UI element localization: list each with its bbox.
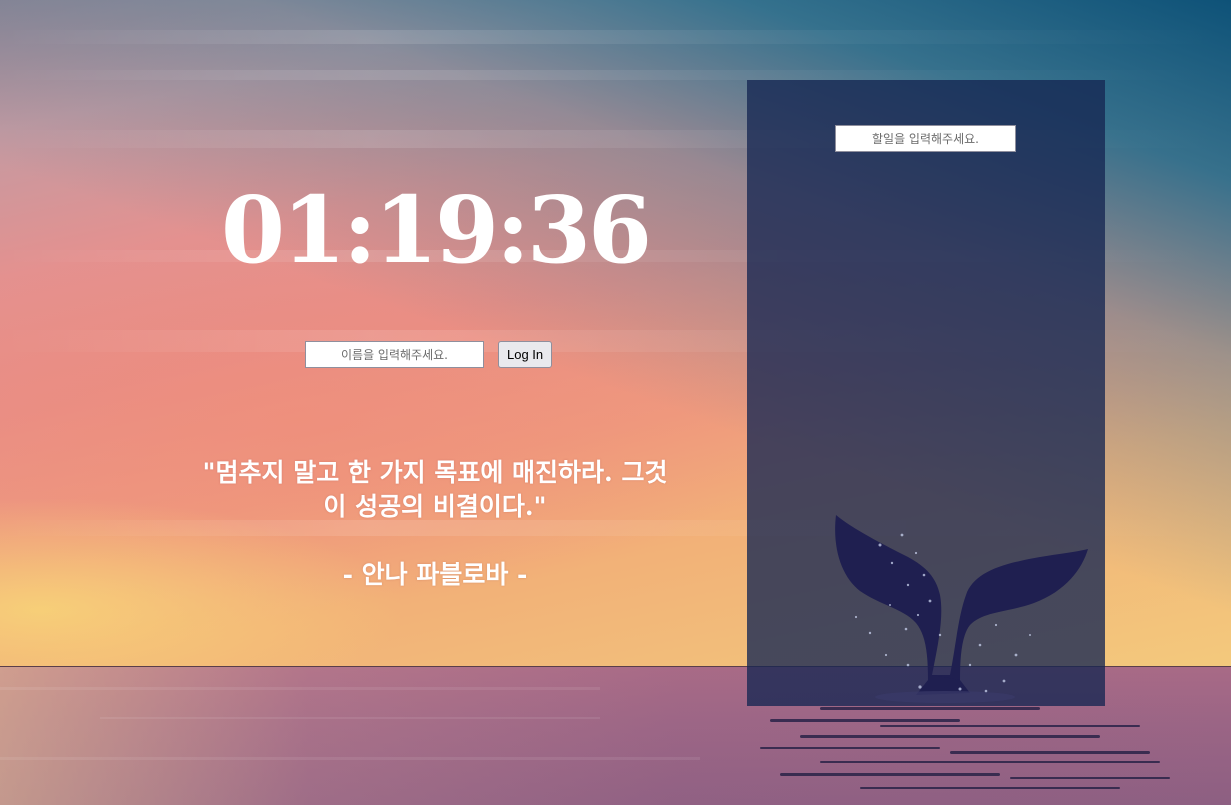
login-form: Log In bbox=[305, 341, 553, 368]
todo-input[interactable] bbox=[835, 125, 1016, 152]
name-input[interactable] bbox=[305, 341, 484, 368]
clock: 01:19:36 bbox=[220, 176, 652, 284]
quote: "멈추지 말고 한 가지 목표에 매진하라. 그것이 성공의 비결이다." - … bbox=[195, 456, 675, 592]
quote-author: - 안나 파블로바 - bbox=[342, 560, 528, 589]
cloud-streak bbox=[0, 70, 1231, 80]
login-button[interactable]: Log In bbox=[498, 341, 553, 368]
todo-form bbox=[835, 125, 1016, 152]
whale-tail-illustration bbox=[835, 515, 1088, 703]
quote-text: "멈추지 말고 한 가지 목표에 매진하라. 그것이 성공의 비결이다." bbox=[202, 458, 668, 521]
cloud-streak bbox=[0, 30, 1231, 44]
